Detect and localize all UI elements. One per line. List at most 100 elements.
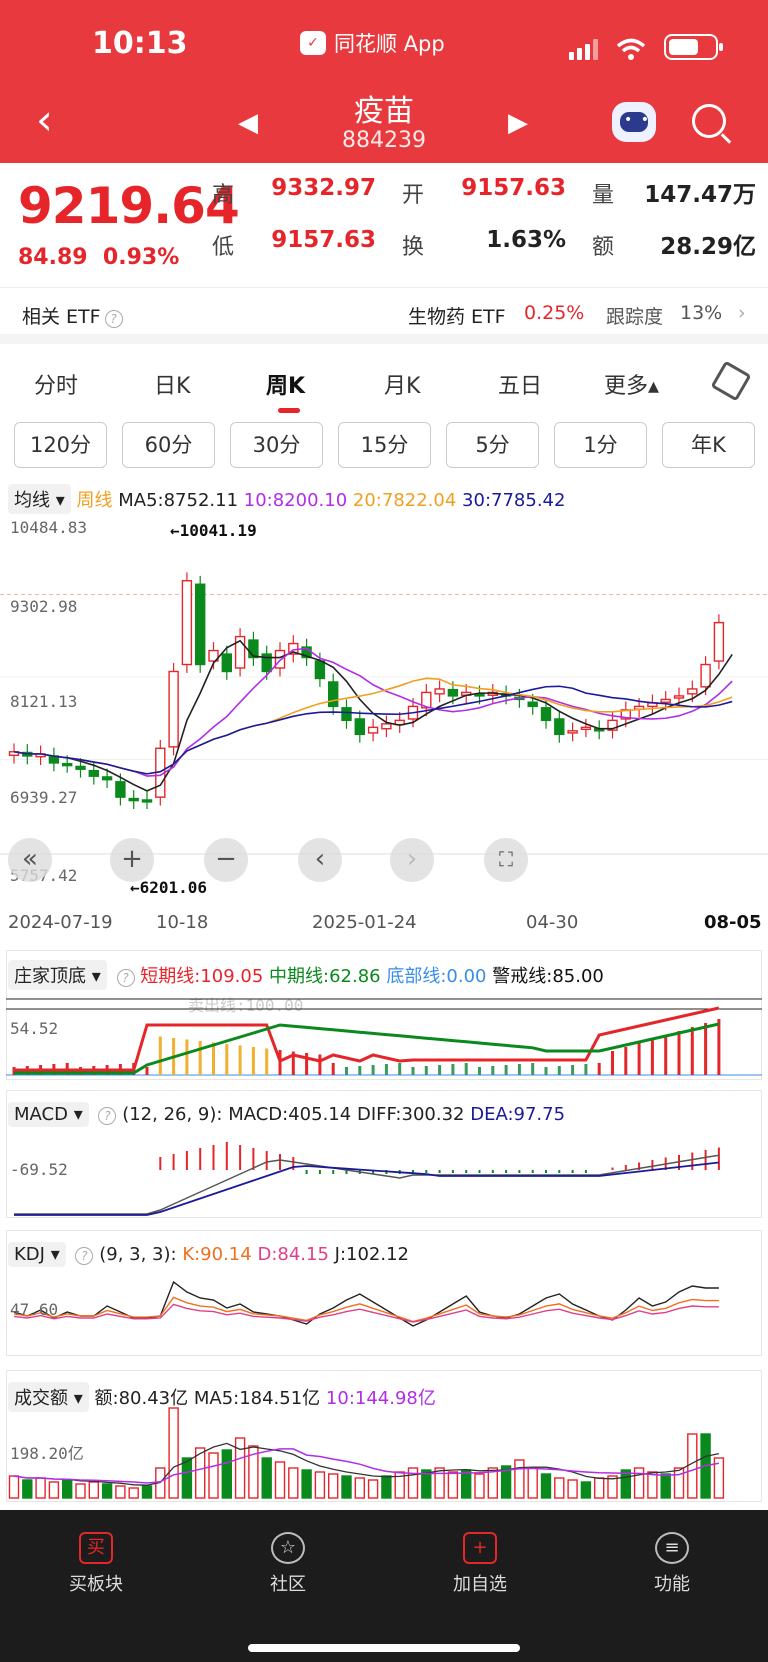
volume-value: 147.47万 — [644, 182, 756, 208]
search-icon[interactable] — [692, 104, 726, 138]
low-label: 低 — [212, 235, 235, 260]
turnover-label: 换 — [402, 235, 425, 260]
tab-weekly[interactable]: 周K — [266, 368, 305, 400]
candle-body — [447, 688, 459, 697]
chevron-right-icon: › — [738, 302, 746, 324]
ma-selector[interactable]: 均线 ▾ — [8, 484, 71, 514]
step-forward-icon[interactable]: › — [390, 838, 434, 882]
kdj-selector[interactable]: KDJ ▾ — [8, 1242, 66, 1267]
candlestick-chart[interactable] — [0, 512, 768, 900]
candle-body — [221, 653, 233, 673]
battery-icon — [664, 34, 723, 60]
zhuang-warn: 警戒线:85.00 — [492, 966, 604, 987]
candle-body — [660, 698, 671, 703]
period-15min[interactable]: 15分 — [338, 422, 431, 468]
kdj-chart — [13, 1280, 719, 1327]
kdj-axis: 47.60 — [10, 1300, 59, 1319]
candle-body — [381, 723, 392, 730]
period-yearly[interactable]: 年K — [662, 422, 755, 468]
volume-bar — [314, 1471, 326, 1499]
chart-tabs: 分时 日K 周K 月K 五日 更多▴ — [0, 352, 768, 413]
volume-bar — [341, 1475, 352, 1499]
ma30-value: 30:7785.42 — [462, 490, 566, 511]
candle-body — [141, 799, 153, 803]
nav-add-watchlist[interactable]: + 加自选 — [420, 1532, 540, 1596]
kdj-k: K:90.14 — [182, 1244, 252, 1265]
tab-intraday[interactable]: 分时 — [34, 368, 78, 400]
volume-bar — [128, 1487, 139, 1499]
volume-bar — [527, 1467, 538, 1499]
volume-bar — [580, 1481, 592, 1499]
period-1min[interactable]: 1分 — [554, 422, 647, 468]
high-annotation: ←10041.19 — [170, 521, 257, 540]
zoom-in-icon[interactable]: + — [110, 838, 154, 882]
volume-bar — [673, 1467, 685, 1499]
candle-body — [580, 726, 592, 731]
volume-bar — [115, 1485, 126, 1499]
help-icon: ? — [116, 969, 135, 987]
period-5min[interactable]: 5分 — [446, 422, 539, 468]
etf-bar[interactable]: 相关 ETF? 生物药 ETF 0.25% 跟踪度 13% › — [0, 288, 768, 344]
tab-five-day[interactable]: 五日 — [498, 368, 542, 400]
zhuang-short: 短期线:109.05 — [140, 966, 264, 987]
buy-icon: 买 — [79, 1532, 113, 1564]
help-icon: ? — [75, 1247, 94, 1265]
kdj-params: (9, 3, 3): — [99, 1244, 177, 1265]
status-time: 10:13 — [92, 26, 188, 61]
period-30min[interactable]: 30分 — [230, 422, 323, 468]
macd-value: MACD:405.14 — [228, 1104, 352, 1125]
amount-label: 额 — [592, 235, 615, 260]
period-60min[interactable]: 60分 — [122, 422, 215, 468]
robot-assistant-icon[interactable] — [612, 102, 656, 142]
app-logo-icon: ✓ — [300, 31, 326, 55]
volume-bar — [35, 1477, 46, 1499]
star-icon: ☆ — [271, 1532, 305, 1564]
ma-period: 周线 — [76, 490, 113, 511]
amount-value: 28.29亿 — [660, 234, 756, 260]
zoom-out-icon[interactable]: − — [204, 838, 248, 882]
diff-line — [14, 1154, 720, 1215]
candle-body — [62, 762, 73, 767]
settings-icon[interactable] — [710, 360, 752, 402]
dea-line — [14, 1161, 720, 1216]
status-app: ✓ 同花顺 App — [300, 28, 445, 58]
tab-monthly[interactable]: 月K — [384, 368, 420, 400]
macd-legend: MACD ▾ ? (12, 26, 9): MACD:405.14 DIFF:3… — [8, 1102, 565, 1127]
macd-selector[interactable]: MACD ▾ — [8, 1102, 89, 1127]
next-stock-icon[interactable]: ▶ — [508, 108, 528, 138]
high-value: 9332.97 — [271, 175, 376, 201]
period-120min[interactable]: 120分 — [14, 422, 107, 468]
scroll-left-icon[interactable]: « — [8, 838, 52, 882]
tab-more[interactable]: 更多▴ — [604, 368, 659, 400]
kdj-j: J:102.12 — [334, 1244, 410, 1265]
fullscreen-icon[interactable]: ⛶ — [484, 838, 528, 882]
track-label: 跟踪度 — [606, 306, 664, 328]
etf-name: 生物药 ETF — [408, 306, 506, 328]
volume-bar — [22, 1479, 33, 1499]
volume-bar — [567, 1479, 578, 1499]
volume-bar — [407, 1467, 419, 1499]
etf-pct: 0.25% — [524, 302, 585, 324]
price-axis-top: 10484.83 — [10, 518, 88, 537]
nav-buy-sector[interactable]: 买 买板块 — [36, 1532, 156, 1596]
volume-bar — [8, 1475, 20, 1499]
candle-body — [367, 726, 379, 734]
candle-body — [314, 660, 326, 680]
volume-bar — [554, 1477, 565, 1499]
candle-body — [554, 718, 565, 736]
volume-bar — [208, 1452, 219, 1499]
status-icons — [569, 34, 723, 60]
app-header: 10:13 ✓ 同花顺 App ‹ ◀ 疫苗 884239 ▶ — [0, 0, 768, 163]
candle-body — [75, 765, 86, 770]
price-axis-3: 8121.13 — [10, 692, 78, 711]
nav-community[interactable]: ☆ 社区 — [228, 1532, 348, 1596]
nav-functions[interactable]: ≡ 功能 — [612, 1532, 732, 1596]
volume-bar — [88, 1481, 100, 1499]
volume-bar — [181, 1457, 193, 1499]
volume-bar — [687, 1433, 698, 1499]
step-back-icon[interactable]: ‹ — [298, 838, 342, 882]
candle-body — [328, 681, 339, 708]
date-label-2: 10-18 — [156, 912, 209, 933]
tab-daily[interactable]: 日K — [154, 368, 190, 400]
zhuang-selector[interactable]: 庄家顶底 ▾ — [8, 960, 107, 990]
